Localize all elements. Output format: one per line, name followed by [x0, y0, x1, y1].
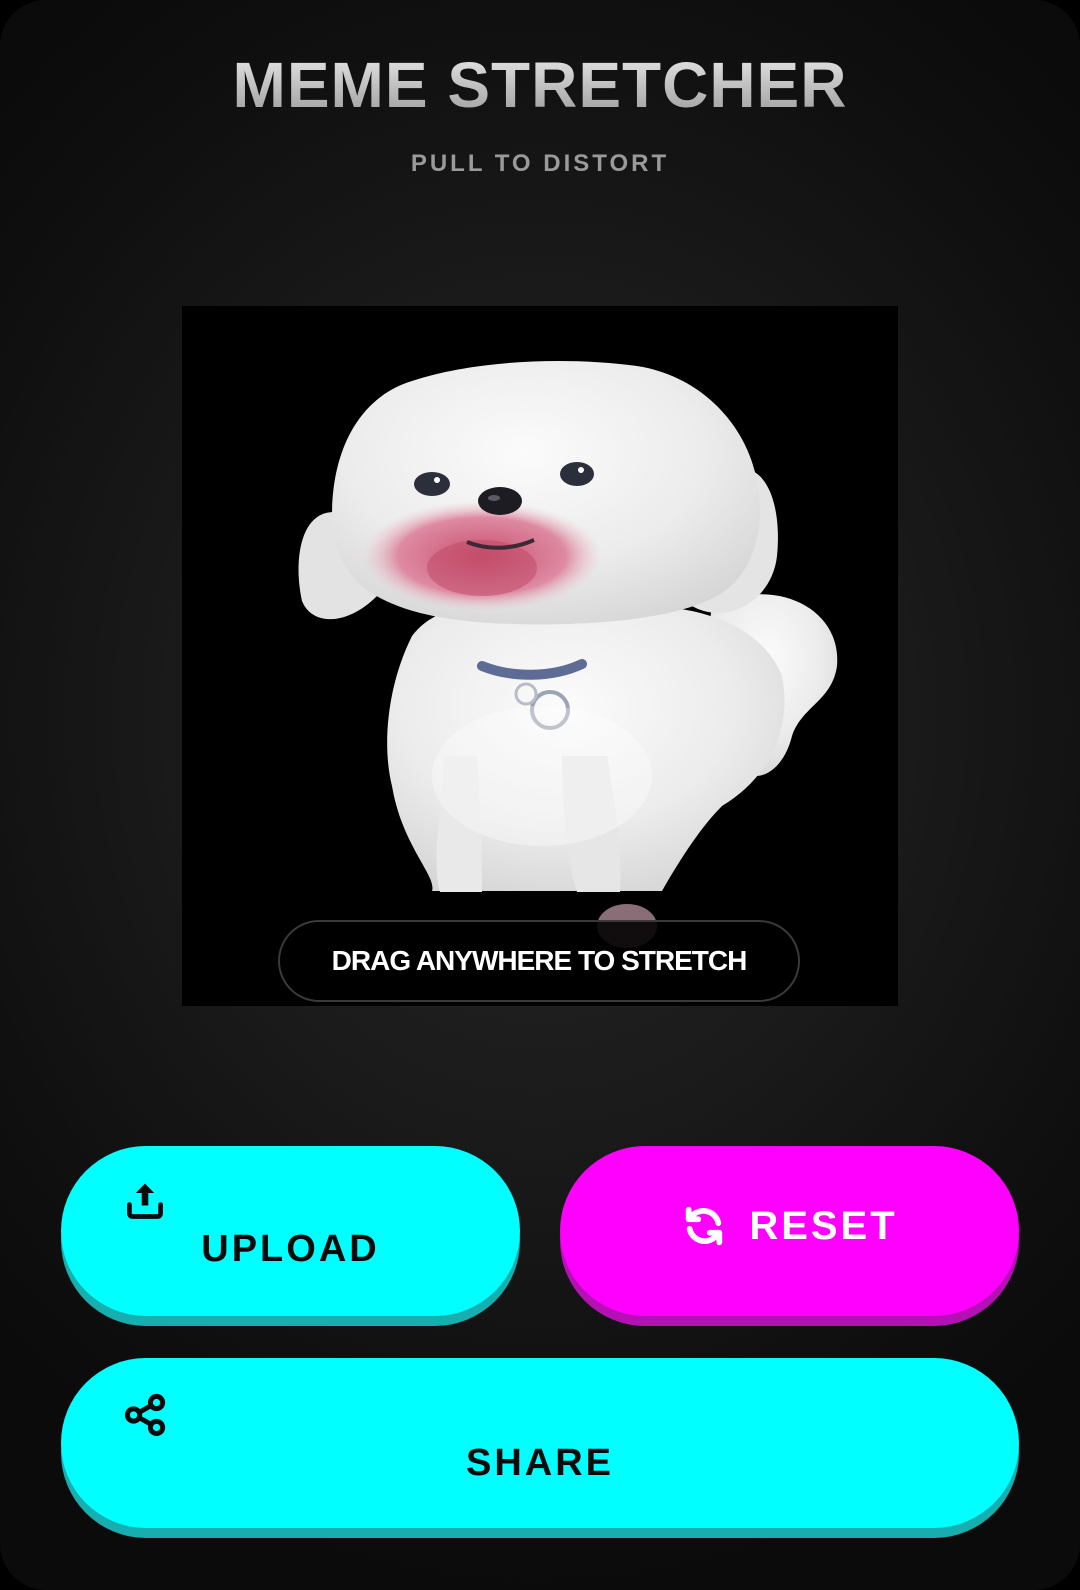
app-screen: MEME STRETCHER PULL TO DISTORT DRAG ANYW… [0, 0, 1080, 1590]
dog-image [298, 361, 838, 948]
reset-button-label: RESET [749, 1203, 898, 1248]
stretch-canvas[interactable]: DRAG ANYWHERE TO STRETCH [182, 306, 898, 1006]
page-subtitle: PULL TO DISTORT [410, 150, 670, 177]
page-title: MEME STRETCHER [0, 48, 1080, 122]
upload-button-label: UPLOAD [201, 1228, 380, 1270]
share-icon [124, 1393, 166, 1437]
share-button-label: SHARE [465, 1442, 615, 1484]
reset-button-content: RESET [560, 1146, 1019, 1316]
drag-hint-pill: DRAG ANYWHERE TO STRETCH [278, 920, 800, 1002]
refresh-icon [686, 1206, 723, 1246]
share-button[interactable]: SHARE [61, 1358, 1019, 1528]
reset-button[interactable]: RESET [560, 1146, 1019, 1316]
upload-icon [127, 1183, 163, 1219]
upload-button[interactable]: UPLOAD [61, 1146, 520, 1316]
